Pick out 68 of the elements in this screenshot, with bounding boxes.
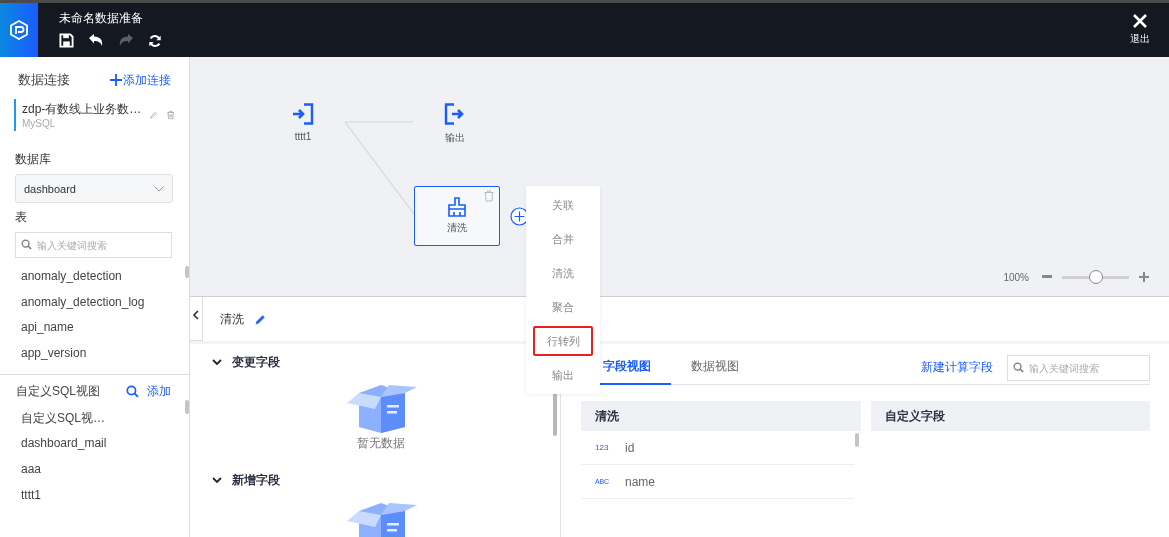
table-header: 清洗 xyxy=(581,401,861,431)
table-item[interactable]: api_name xyxy=(21,315,189,342)
chevron-icon xyxy=(212,477,222,484)
zoom-in-icon[interactable] xyxy=(1139,272,1149,282)
undo-icon[interactable] xyxy=(88,33,104,48)
sql-view-item[interactable]: aaa xyxy=(21,457,189,483)
close-icon xyxy=(1132,13,1148,29)
broom-icon xyxy=(446,197,468,217)
node[interactable]: 输出 xyxy=(440,103,470,145)
database-select[interactable]: dashboard xyxy=(15,174,173,203)
chevron-down-icon xyxy=(154,185,164,192)
save-icon[interactable] xyxy=(59,33,74,48)
search-icon[interactable] xyxy=(126,384,139,398)
node-label: tttt1 xyxy=(294,131,312,142)
document-title: 未命名数据准备 xyxy=(59,10,144,27)
delete-icon[interactable] xyxy=(166,109,174,121)
add-link[interactable]: 添加 xyxy=(147,382,171,400)
field-name: name xyxy=(625,474,656,489)
section-header[interactable]: 变更字段 xyxy=(202,344,280,371)
section-header[interactable]: 新增字段 xyxy=(202,462,280,489)
section-title: 自定义SQL视图 xyxy=(16,382,100,400)
import-icon xyxy=(292,103,314,125)
sql-view-item[interactable]: 自定义SQL视… xyxy=(21,405,189,432)
collapse-button[interactable] xyxy=(190,297,203,341)
new-field-link[interactable]: 新建计算字段 xyxy=(921,358,993,376)
table-item[interactable]: anomaly_detection xyxy=(21,264,189,290)
field-search-field[interactable]: 输入关键词搜索 xyxy=(1007,355,1150,381)
table-item[interactable]: anomaly_detection_log xyxy=(21,289,189,316)
sql-view-item[interactable]: dashboard_mail xyxy=(21,431,189,458)
chevron-left-icon xyxy=(193,310,199,320)
step-name: 清洗 xyxy=(220,310,244,328)
node[interactable]: tttt1 xyxy=(290,103,316,142)
view-tab[interactable]: 数据视图 xyxy=(671,350,759,385)
refresh-icon[interactable] xyxy=(148,33,162,48)
search-icon xyxy=(1013,362,1024,373)
connection-type: MySQL xyxy=(22,118,57,129)
empty-state-text: 暂无数据 xyxy=(357,435,405,452)
table-header: 自定义字段 xyxy=(871,401,1150,431)
type-label: 123 xyxy=(595,443,610,452)
menu-item[interactable]: 聚合 xyxy=(533,292,593,322)
table-search-field[interactable]: 输入关键词搜索 xyxy=(15,232,172,258)
connection-item[interactable]: zdp-有数线上业务数… MySQL xyxy=(14,99,174,131)
sql-view-item[interactable]: tttt1 xyxy=(21,482,189,509)
delete-icon[interactable] xyxy=(484,190,494,202)
slider-thumb[interactable] xyxy=(1088,270,1103,284)
field-name: id xyxy=(625,440,635,455)
field-label: 表 xyxy=(15,209,28,226)
connection-name: zdp-有数线上业务数… xyxy=(22,101,142,118)
table-item[interactable]: app_version xyxy=(21,341,189,367)
plus-icon xyxy=(110,74,122,86)
field-label: 数据库 xyxy=(15,151,52,168)
zoom-out-icon[interactable] xyxy=(1042,275,1052,279)
add-connection-link[interactable]: 添加连接 xyxy=(110,71,171,89)
menu-item[interactable]: 清洗 xyxy=(533,258,593,288)
section-title: 数据连接 xyxy=(18,71,70,89)
menu-item[interactable]: 关联 xyxy=(533,190,593,220)
node-label: 输出 xyxy=(445,131,465,145)
menu-item[interactable]: 行转列 xyxy=(533,326,593,356)
zoom-reading: 100% xyxy=(1003,271,1029,283)
zoom-slider[interactable] xyxy=(1062,270,1129,284)
node-label: 清洗 xyxy=(447,221,467,235)
export-icon xyxy=(444,103,466,125)
field-row[interactable]: 123 id xyxy=(581,431,854,465)
edit-icon[interactable] xyxy=(255,313,266,325)
search-icon xyxy=(21,239,32,250)
menu-item[interactable]: 合并 xyxy=(533,224,593,254)
chevron-icon xyxy=(212,359,222,366)
exit-button[interactable]: 退出 xyxy=(1130,3,1169,57)
